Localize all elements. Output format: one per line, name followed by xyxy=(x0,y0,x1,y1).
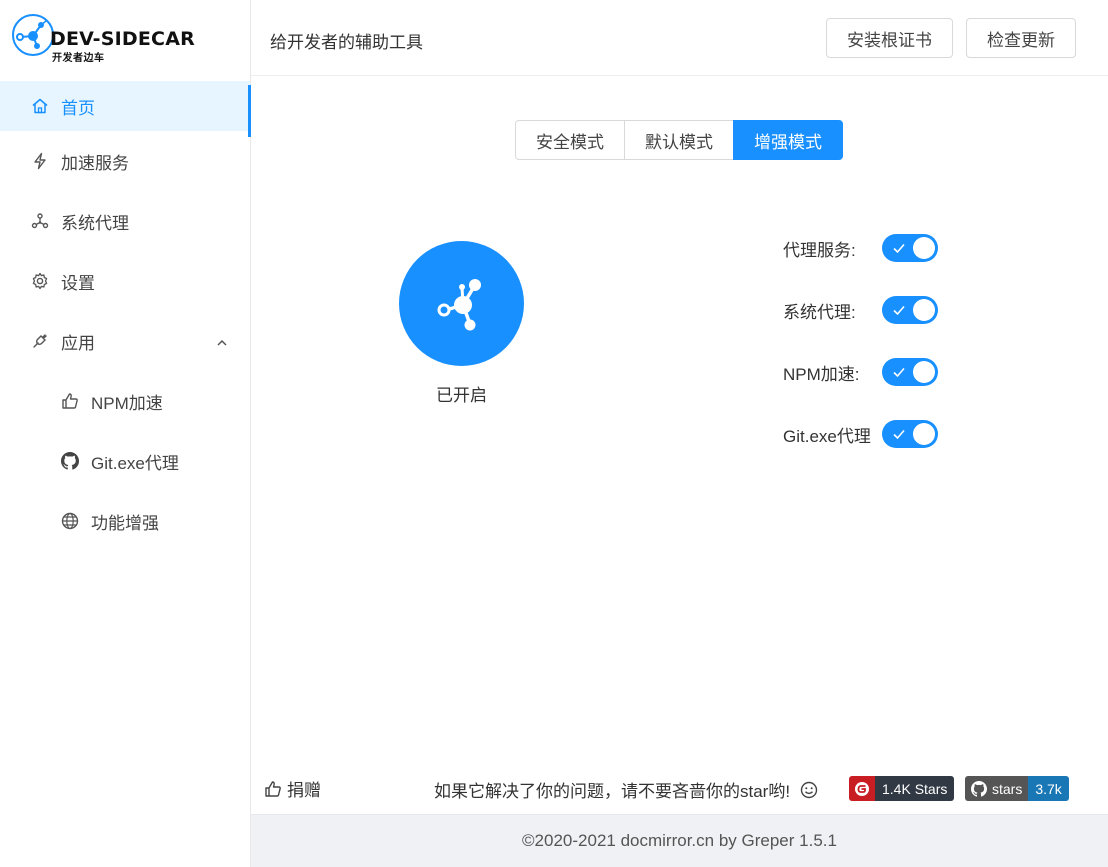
github-badge-count: 3.7k xyxy=(1028,776,1069,801)
sidebar-item-label: 系统代理 xyxy=(61,213,129,233)
sidebar-item-label: 加速服务 xyxy=(61,153,129,173)
sidebar-item-label: NPM加速 xyxy=(91,393,163,413)
git-proxy-toggle[interactable] xyxy=(882,420,938,448)
network-node-icon xyxy=(437,278,481,330)
switch-row-npm: NPM加速: xyxy=(783,341,938,403)
sidebar-item-enhance[interactable]: 功能增强 xyxy=(0,491,250,551)
sidebar-item-label: 首页 xyxy=(61,98,95,118)
check-icon xyxy=(893,367,905,378)
thumbs-up-icon xyxy=(264,780,282,798)
chevron-up-icon xyxy=(216,334,228,354)
smile-icon xyxy=(800,781,818,799)
switch-row-git: Git.exe代理 xyxy=(783,403,938,465)
thumbs-up-icon xyxy=(60,391,80,411)
star-message-text: 如果它解决了你的问题，请不要吝啬你的star哟! xyxy=(434,782,791,801)
check-icon xyxy=(893,429,905,440)
github-icon xyxy=(60,451,80,471)
mode-enhanced-button[interactable]: 增强模式 xyxy=(733,120,843,160)
brand-subtitle: 开发者边车 xyxy=(52,53,105,64)
page-title: 给开发者的辅助工具 xyxy=(270,33,423,52)
mode-selector: 安全模式 默认模式 增强模式 xyxy=(515,120,843,160)
check-icon xyxy=(893,243,905,254)
mode-safe-button[interactable]: 安全模式 xyxy=(515,120,625,160)
star-message: 如果它解决了你的问题，请不要吝啬你的star哟! xyxy=(434,777,818,802)
sidebar-item-label: 功能增强 xyxy=(91,513,159,533)
switch-row-system-proxy: 系统代理: xyxy=(783,279,938,341)
switch-label: 代理服务: xyxy=(783,240,856,260)
switch-row-proxy-service: 代理服务: xyxy=(783,217,938,279)
switch-label: Git.exe代理 xyxy=(783,426,871,446)
switch-label: NPM加速: xyxy=(783,364,860,384)
nodes-icon xyxy=(30,211,50,231)
check-update-button[interactable]: 检查更新 xyxy=(966,18,1076,58)
globe-icon xyxy=(60,511,80,531)
github-badge-left: stars xyxy=(965,776,1029,801)
plug-icon xyxy=(30,331,50,351)
toggle-knob xyxy=(913,237,935,259)
check-icon xyxy=(893,305,905,316)
switch-list: 代理服务: 系统代理: NPM加速: Git.exe代理 xyxy=(783,217,938,465)
toggle-knob xyxy=(913,299,935,321)
sidebar-item-label: 应用 xyxy=(61,333,95,353)
sidebar-item-acceleration[interactable]: 加速服务 xyxy=(0,131,250,191)
gear-icon xyxy=(30,271,50,291)
sidebar-item-npm[interactable]: NPM加速 xyxy=(0,371,250,431)
npm-acceleration-toggle[interactable] xyxy=(882,358,938,386)
donate-link[interactable]: 捐赠 xyxy=(264,776,321,801)
sidebar-item-git[interactable]: Git.exe代理 xyxy=(0,431,250,491)
system-proxy-toggle[interactable] xyxy=(882,296,938,324)
app-window: DEV-SIDECAR 开发者边车 首页 加速服务 系统代理 设置 应用 NPM… xyxy=(0,0,1108,867)
github-stars-badge[interactable]: stars 3.7k xyxy=(965,776,1069,801)
power-toggle-button[interactable] xyxy=(399,241,524,366)
mode-default-button[interactable]: 默认模式 xyxy=(624,120,734,160)
top-header: 给开发者的辅助工具 安装根证书 检查更新 xyxy=(251,0,1108,76)
proxy-service-toggle[interactable] xyxy=(882,234,938,262)
lightning-icon xyxy=(30,151,50,171)
gitee-badge-text: 1.4K Stars xyxy=(875,776,955,801)
copyright-footer: ©2020-2021 docmirror.cn by Greper 1.5.1 xyxy=(251,814,1108,867)
sidebar-item-settings[interactable]: 设置 xyxy=(0,251,250,311)
github-icon xyxy=(971,780,987,797)
main-content: 安全模式 默认模式 增强模式 已开启 代理服务: 系统代理: NPM加速: Gi… xyxy=(251,77,1108,814)
logo-icon xyxy=(12,14,54,56)
sidebar-menu: 首页 加速服务 系统代理 设置 应用 NPM加速 Git.exe代理 功能增强 xyxy=(0,76,251,551)
sidebar-item-label: 设置 xyxy=(61,273,95,293)
donate-label: 捐赠 xyxy=(287,781,321,800)
home-icon xyxy=(30,96,50,116)
github-badge-label: stars xyxy=(992,780,1023,797)
power-status-text: 已开启 xyxy=(436,386,487,405)
install-cert-button[interactable]: 安装根证书 xyxy=(826,18,953,58)
toggle-knob xyxy=(913,361,935,383)
sidebar-item-apps[interactable]: 应用 xyxy=(0,311,250,371)
switch-label: 系统代理: xyxy=(783,302,856,322)
toggle-knob xyxy=(913,423,935,445)
brand-name: DEV-SIDECAR xyxy=(50,28,195,50)
sidebar: DEV-SIDECAR 开发者边车 首页 加速服务 系统代理 设置 应用 NPM… xyxy=(0,0,251,867)
app-logo: DEV-SIDECAR 开发者边车 xyxy=(0,0,250,76)
sidebar-item-system-proxy[interactable]: 系统代理 xyxy=(0,191,250,251)
gitee-icon xyxy=(849,776,875,801)
sidebar-item-home[interactable]: 首页 xyxy=(0,81,251,137)
gitee-stars-badge[interactable]: 1.4K Stars xyxy=(849,776,955,801)
sidebar-item-label: Git.exe代理 xyxy=(91,453,179,473)
